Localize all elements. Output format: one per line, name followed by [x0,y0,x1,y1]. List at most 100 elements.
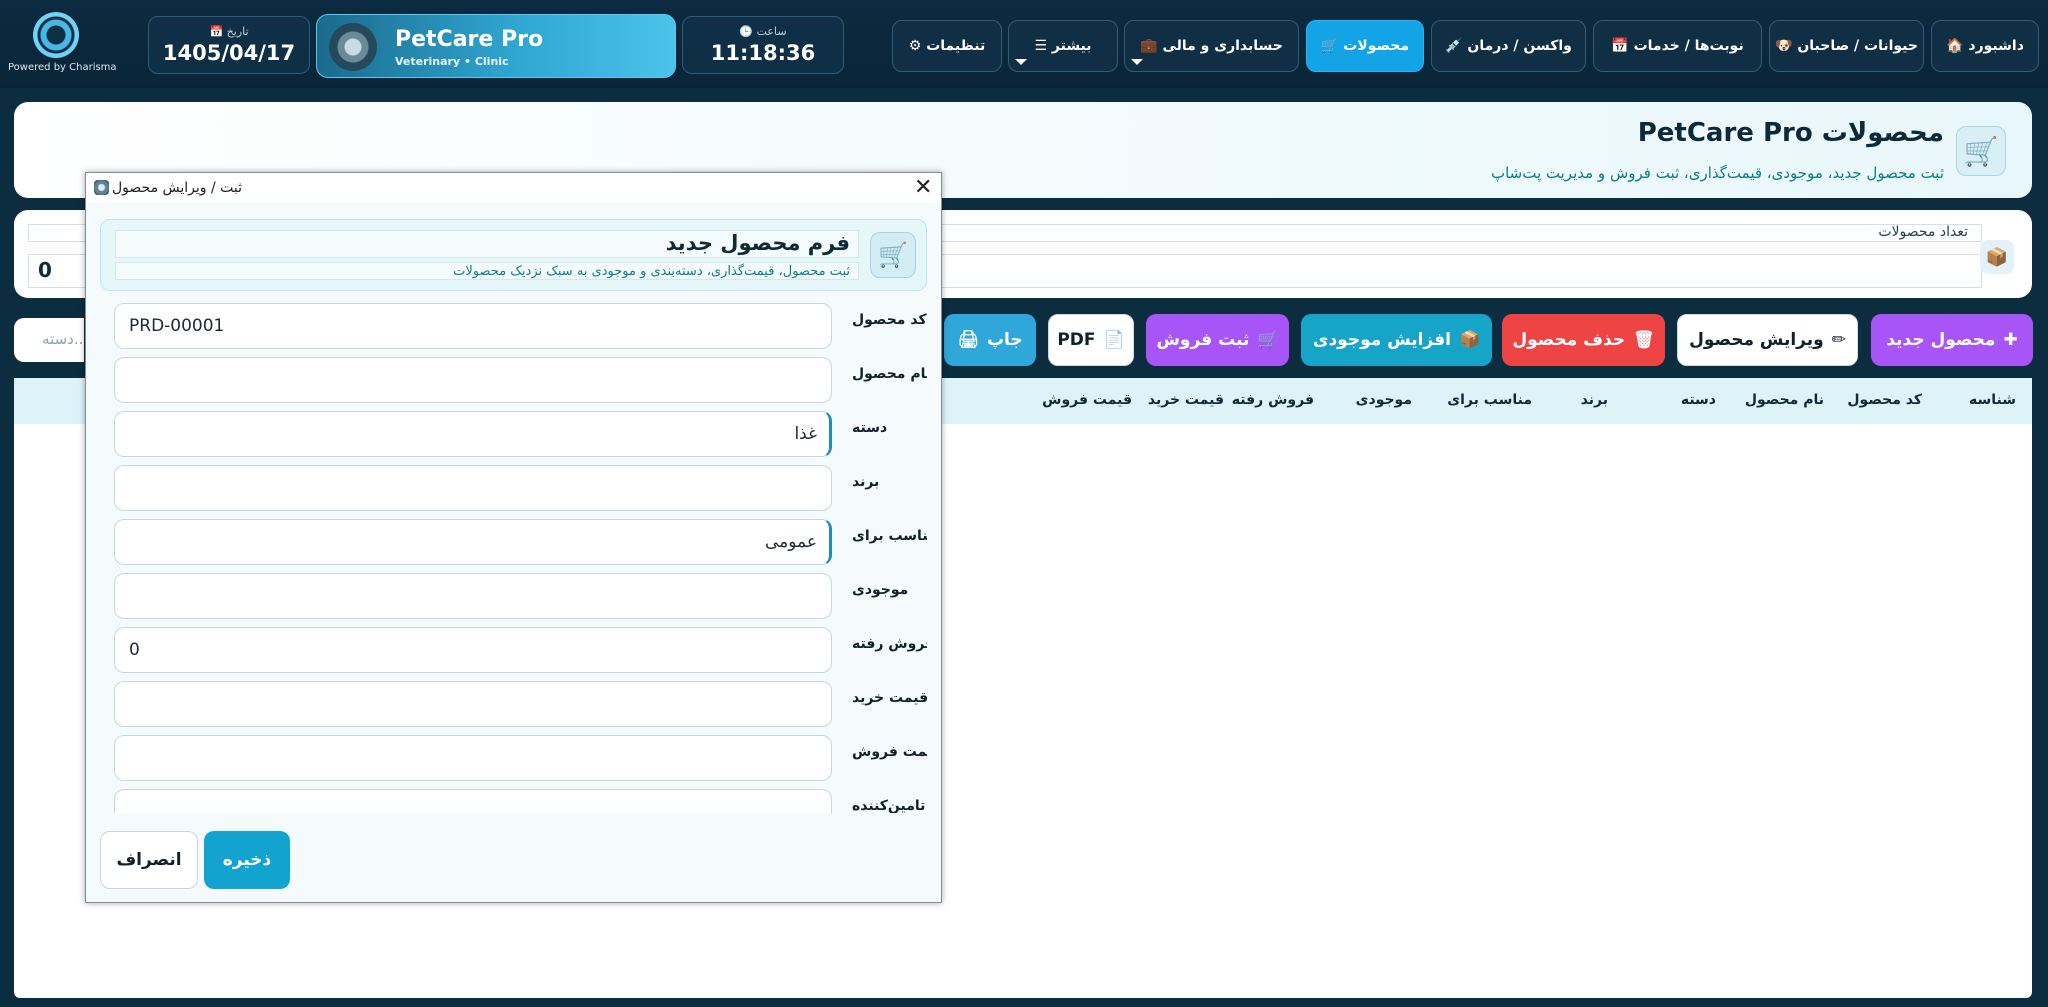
stats-label: تعداد محصولات [1878,224,1968,240]
nav-products[interactable]: 🛒 محصولات [1306,20,1424,72]
document-icon: 📄 [1103,330,1125,350]
column-header[interactable]: دسته [1681,392,1716,408]
suitable-for-input[interactable]: عمومی [114,519,832,565]
column-header[interactable]: مناسب برای [1447,392,1532,408]
chevron-down-icon [1015,59,1027,65]
field-label: مناسب برای [852,528,927,544]
column-header[interactable]: فروش رفته [1232,392,1314,408]
increase-stock-label: افزایش موجودی [1312,330,1451,350]
pdf-button[interactable]: 📄 PDF [1048,314,1134,366]
plus-icon: ✚ [2003,330,2018,350]
increase-stock-button[interactable]: 📦 افزایش موجودی [1301,314,1492,366]
product-code-input[interactable]: PRD-00001 [114,303,832,349]
search-input[interactable]: دسته... [14,318,88,362]
field-label: قیمت خرید [852,690,927,706]
buy-price-input[interactable] [114,681,832,727]
brand-mascot-icon [329,23,377,71]
dialog-title: ثبت / ویرایش محصول [112,180,243,196]
stats-value: 0 [38,258,52,282]
supplier-input[interactable] [114,789,832,813]
product-name-input[interactable] [114,357,832,403]
box-icon: 📦 [1458,330,1481,350]
nav-accounting-label: 💼 حسابداری و مالی [1140,38,1283,54]
field-label: موجودی [852,582,909,598]
product-dialog: ثبت / ویرایش محصول ✕ فرم محصول جدید ثبت … [85,172,942,903]
nav-more-label: ☰ بیشتر [1034,38,1092,54]
pencil-icon: ✏ [1831,330,1846,350]
column-header[interactable]: شناسه [1969,392,2016,408]
field-label: کد محصول [852,312,927,328]
box-icon: 📦 [1980,240,2014,274]
date-value: 1405/04/17 [162,41,296,65]
nav-settings[interactable]: ⚙ تنظیمات [892,20,1002,72]
cancel-button[interactable]: انصراف [100,831,198,889]
brand-subtitle: Veterinary • Clinic [395,55,509,68]
form-row-supplier: تامین‌کننده [100,789,927,813]
column-header[interactable]: نام محصول [1745,392,1824,408]
nav-more[interactable]: ☰ بیشتر [1008,20,1118,72]
column-header[interactable]: موجودی [1356,392,1412,408]
chevron-down-icon [1131,59,1143,65]
nav-appointments[interactable]: 📅 نوبت‌ها / خدمات [1593,20,1762,72]
nav-appointments-label: 📅 نوبت‌ها / خدمات [1611,38,1744,54]
register-sale-button[interactable]: 🛒 ثبت فروش [1146,314,1289,366]
form-row-sold: فروش رفته 0 [100,627,927,675]
brand-input[interactable] [114,465,832,511]
nav-animals-label: 🐶 حیوانات / صاحبان [1775,38,1918,54]
cart-icon: 🛒 [1257,330,1279,350]
print-button[interactable]: جاپ 🖨 [944,314,1036,366]
top-bar: Powered by Charisma 📅 تاریخ 1405/04/17 P… [0,0,2048,88]
column-header[interactable]: قیمت فروش [1042,392,1132,408]
form-title: فرم محصول جدید [665,231,850,255]
form-row-category: دسته غذا [100,411,927,459]
close-icon[interactable]: ✕ [914,175,932,200]
column-header[interactable]: کد محصول [1847,392,1922,408]
field-label: دسته [852,420,888,436]
form-subtitle: ثبت محصول، قیمت‌گذاری، دسته‌بندی و موجود… [453,264,850,279]
charisma-logo-icon [33,12,79,58]
form-title-box: فرم محصول جدید [115,230,859,258]
print-button-label: جاپ [986,330,1023,350]
stock-input[interactable] [114,573,832,619]
app-logo: Powered by Charisma [8,12,117,78]
pdf-button-label: PDF [1057,330,1096,350]
new-product-button[interactable]: ✚ محصول جدید [1871,314,2033,366]
logo-caption: Powered by Charisma [8,62,117,73]
nav-settings-label: ⚙ تنظیمات [908,38,986,54]
form-scroll-area[interactable]: کد محصول PRD-00001 نام محصول دسته غذا بر… [100,303,927,993]
sold-input[interactable]: 0 [114,627,832,673]
nav-dashboard[interactable]: 🏠 داشبورد [1931,20,2039,72]
column-header[interactable]: قیمت خرید [1148,392,1224,408]
save-button[interactable]: ذخیره [204,831,290,889]
form-row-brand: برند [100,465,927,513]
field-label: نام محصول [852,366,927,382]
form-row-code: کد محصول PRD-00001 [100,303,927,351]
clock-widget: 🕒 ساعت 11:18:36 [682,16,844,74]
shopping-cart-icon: 🛒 [870,232,916,278]
trash-icon: 🗑 [1633,330,1655,350]
page-subtitle: ثبت محصول جدید، موجودی، قیمت‌گذاری، ثبت … [1490,164,1944,182]
nav-vaccine[interactable]: 💉 واکسن / درمان [1431,20,1586,72]
form-row-buy-price: قیمت خرید [100,681,927,729]
field-label: قیمت فروش [852,744,927,760]
sell-price-input[interactable] [114,735,832,781]
edit-product-label: ویرایش محصول [1689,330,1824,350]
brand-card: PetCare Pro Veterinary • Clinic [316,14,676,78]
dialog-titlebar[interactable]: ثبت / ویرایش محصول ✕ [86,173,941,203]
edit-product-button[interactable]: ✏ ویرایش محصول [1677,314,1858,366]
nav-animals[interactable]: 🐶 حیوانات / صاحبان [1769,20,1924,72]
category-input[interactable]: غذا [114,411,832,457]
form-row-stock: موجودی [100,573,927,621]
form-row-suitable: مناسب برای عمومی [100,519,927,567]
form-subtitle-box: ثبت محصول، قیمت‌گذاری، دسته‌بندی و موجود… [115,262,859,280]
delete-product-button[interactable]: 🗑 حذف محصول [1502,314,1665,366]
delete-product-label: حذف محصول [1512,330,1626,350]
page-title: محصولات PetCare Pro [1637,118,1944,148]
form-header: فرم محصول جدید ثبت محصول، قیمت‌گذاری، دس… [100,219,927,291]
field-label: تامین‌کننده [852,798,926,813]
nav-accounting[interactable]: 💼 حسابداری و مالی [1124,20,1299,72]
form-row-sell-price: قیمت فروش [100,735,927,783]
column-header[interactable]: برند [1581,392,1608,408]
printer-icon: 🖨 [957,330,979,350]
nav-products-label: 🛒 محصولات [1320,38,1410,54]
